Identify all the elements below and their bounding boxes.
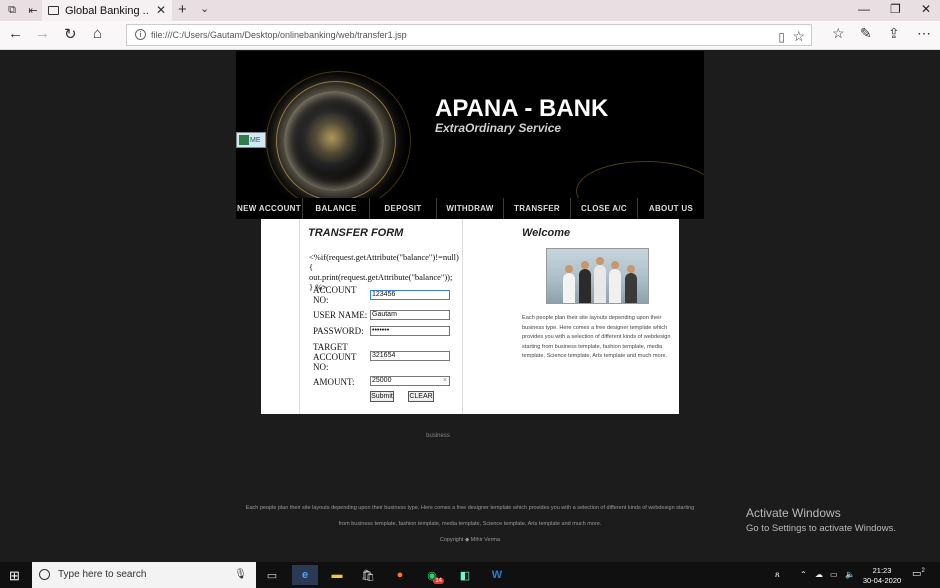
time: 21:23: [872, 566, 892, 575]
activate-subtitle: Go to Settings to activate Windows.: [746, 523, 896, 534]
target-account-label: TARGET ACCOUNT NO:: [313, 342, 357, 372]
team-photo: [546, 248, 649, 304]
amount-value: 25000: [372, 377, 392, 384]
clock[interactable]: 21:23 30-04-2020: [862, 566, 902, 586]
taskbar: ⊞ Type here to search 🎙 ▭ e ▬ 🛍 ● ◉ 14 ◧ …: [0, 562, 940, 588]
amount-label: AMOUNT:: [313, 377, 355, 387]
business-text: business: [426, 433, 450, 439]
show-hidden-icon[interactable]: ⌃: [800, 570, 807, 579]
reading-view-icon[interactable]: ▯: [778, 27, 785, 47]
transfer-form-panel: TRANSFER FORM <%if(request.getAttribute(…: [299, 219, 463, 414]
favorites-icon[interactable]: ☆: [832, 25, 845, 42]
favorite-star-icon[interactable]: ☆: [792, 26, 805, 46]
tab-title: Global Banking ..: [65, 4, 149, 17]
back-icon[interactable]: ←: [8, 25, 23, 42]
form-title: TRANSFER FORM: [308, 227, 404, 239]
welcome-text: Each people plan their site layouts depe…: [522, 315, 671, 359]
file-explorer-icon[interactable]: ▬: [327, 565, 347, 585]
chevron-down-icon[interactable]: ⌄: [200, 2, 209, 15]
info-icon[interactable]: i: [135, 29, 146, 40]
whatsapp-icon[interactable]: ◉ 14: [422, 565, 444, 585]
content-area: TRANSFER FORM <%if(request.getAttribute(…: [261, 219, 679, 414]
welcome-panel: Welcome Each people plan their site layo…: [464, 219, 679, 414]
word-icon[interactable]: W: [487, 565, 507, 585]
clear-button[interactable]: CLEAR: [408, 391, 434, 402]
maximize-icon[interactable]: ❐: [890, 2, 901, 16]
main-menu: NEW ACCOUNT BALANCE DEPOSIT WITHDRAW TRA…: [236, 198, 704, 219]
person-figure: [625, 265, 637, 303]
password-input[interactable]: •••••••: [370, 326, 450, 336]
menu-withdraw[interactable]: WITHDRAW: [436, 198, 503, 219]
tab-preview-icon[interactable]: ⧉: [3, 2, 21, 20]
page-icon: [48, 6, 59, 15]
target-account-input[interactable]: 321654: [370, 351, 450, 361]
browser-tab[interactable]: Global Banking .. ✕: [42, 0, 172, 21]
firefox-icon[interactable]: ●: [390, 565, 410, 585]
home-graphic-icon: [239, 135, 249, 145]
site-header: APANA - BANK ExtraOrdinary Service: [236, 51, 704, 198]
bank-logo: APANA - BANK: [435, 95, 609, 122]
home-icon[interactable]: ⌂: [93, 25, 102, 42]
footer-line-2: from business template, fashion template…: [338, 521, 602, 527]
taskbar-search[interactable]: Type here to search 🎙: [32, 562, 256, 588]
close-window-icon[interactable]: ✕: [921, 2, 931, 16]
account-no-label: ACCOUNT NO:: [313, 285, 357, 305]
clear-input-icon[interactable]: ×: [443, 377, 447, 385]
edge-browser-icon[interactable]: e: [292, 565, 318, 585]
minimize-icon[interactable]: —: [858, 2, 870, 16]
whatsapp-badge: 14: [433, 578, 444, 584]
refresh-icon[interactable]: ↻: [64, 25, 77, 43]
notes-icon[interactable]: ✎: [860, 25, 872, 42]
notification-icon[interactable]: ▭2: [912, 568, 925, 579]
new-tab-icon[interactable]: +: [178, 1, 187, 18]
task-view-icon[interactable]: ▭: [262, 565, 282, 585]
copyright: Copyright ◆ Mihir Verma: [439, 537, 501, 543]
set-aside-tabs-icon[interactable]: ⇤: [24, 2, 42, 20]
activate-windows-watermark: Activate Windows Go to Settings to activ…: [746, 506, 896, 534]
home-image-link[interactable]: ME: [236, 132, 266, 148]
menu-deposit[interactable]: DEPOSIT: [369, 198, 436, 219]
windows-start-icon[interactable]: ⊞: [9, 568, 20, 584]
welcome-title: Welcome: [522, 227, 571, 239]
search-placeholder: Type here to search: [58, 569, 147, 580]
menu-balance[interactable]: BALANCE: [302, 198, 369, 219]
share-icon[interactable]: ⇪: [888, 25, 900, 42]
person-figure: [609, 261, 621, 303]
user-name-label: USER NAME:: [313, 310, 368, 320]
microphone-icon[interactable]: 🎙: [234, 562, 247, 588]
swirl-decoration: [576, 161, 704, 198]
person-figure: [594, 257, 606, 303]
volume-icon[interactable]: 🔈: [845, 570, 855, 579]
activate-title: Activate Windows: [746, 506, 841, 520]
address-text: file:///C:/Users/Gautam/Desktop/onlineba…: [151, 30, 407, 40]
tagline: ExtraOrdinary Service: [435, 121, 562, 135]
address-bar[interactable]: i file:///C:/Users/Gautam/Desktop/online…: [126, 24, 812, 46]
cloud-icon[interactable]: ☁: [815, 570, 823, 579]
date: 30-04-2020: [862, 576, 902, 585]
menu-about-us[interactable]: ABOUT US: [637, 198, 704, 219]
store-icon[interactable]: 🛍: [358, 565, 378, 585]
forward-icon[interactable]: →: [35, 25, 50, 42]
account-no-input[interactable]: 123456: [370, 290, 450, 300]
navigation-bar: ← → ↻ ⌂ i file:///C:/Users/Gautam/Deskto…: [0, 21, 940, 50]
menu-new-account[interactable]: NEW ACCOUNT: [236, 198, 302, 219]
person-figure: [563, 265, 575, 303]
more-icon[interactable]: ⋯: [917, 25, 931, 42]
cortana-icon: [39, 569, 50, 580]
submit-button[interactable]: Submit: [370, 391, 394, 402]
app-icon[interactable]: ◧: [455, 565, 475, 585]
tab-bar: ⧉ ⇤ Global Banking .. ✕ + ⌄ — ❐ ✕: [0, 0, 940, 21]
people-icon[interactable]: ጸ: [775, 570, 780, 580]
password-label: PASSWORD:: [313, 326, 364, 336]
menu-close-account[interactable]: CLOSE A/C: [570, 198, 637, 219]
close-tab-icon[interactable]: ✕: [156, 3, 166, 17]
amount-input[interactable]: 25000 ×: [370, 376, 450, 386]
user-name-input[interactable]: Gautam: [370, 310, 450, 320]
menu-transfer[interactable]: TRANSFER: [503, 198, 570, 219]
display-icon[interactable]: ▭: [830, 570, 838, 579]
person-figure: [579, 261, 591, 303]
notification-count: 2: [921, 568, 925, 574]
globe-image: [284, 91, 384, 191]
footer-line-1: Each people plan their site layouts depe…: [245, 505, 695, 511]
